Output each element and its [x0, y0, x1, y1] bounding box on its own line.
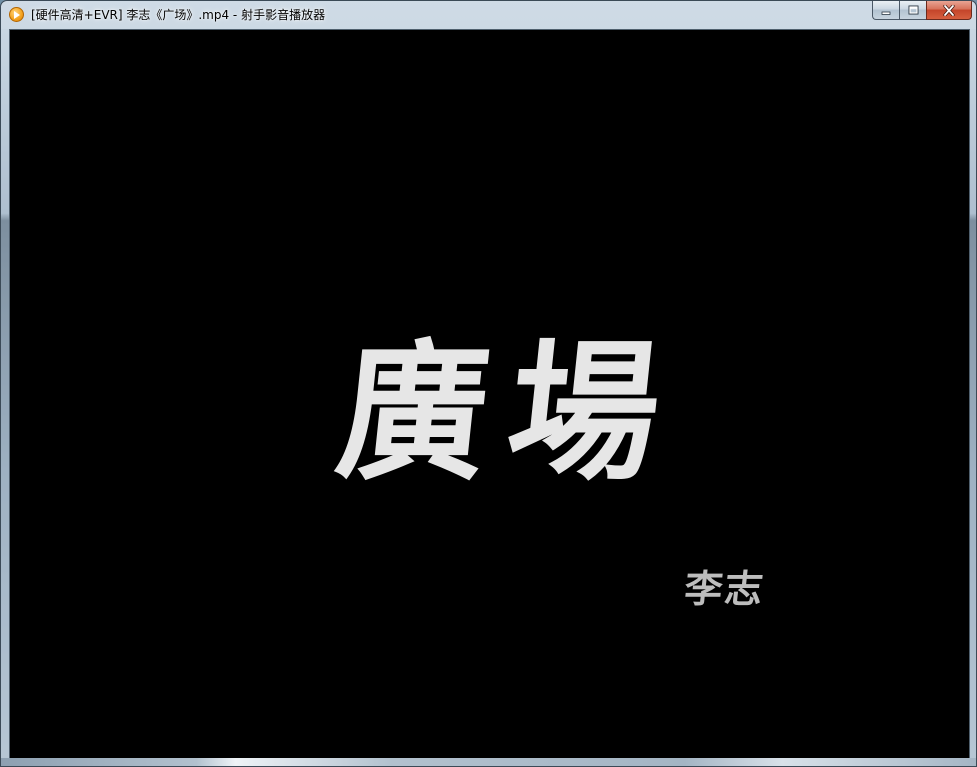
- close-icon: [943, 4, 955, 16]
- caption-buttons: [872, 1, 972, 20]
- minimize-icon: [881, 11, 891, 15]
- window-frame-bottom[interactable]: [1, 758, 976, 766]
- maximize-icon: [908, 5, 918, 15]
- video-display[interactable]: 廣場 李志: [9, 29, 970, 760]
- maximize-button[interactable]: [899, 1, 926, 20]
- player-window: [硬件高清+EVR] 李志《广场》.mp4 - 射手影音播放器 廣場 李志: [0, 0, 977, 767]
- play-icon[interactable]: [9, 7, 24, 22]
- window-title: [硬件高清+EVR] 李志《广场》.mp4 - 射手影音播放器: [31, 8, 326, 22]
- video-frame-artist: 李志: [682, 566, 768, 611]
- window-frame-left[interactable]: [1, 29, 9, 766]
- close-button[interactable]: [926, 1, 972, 20]
- video-frame-title: 廣場: [329, 325, 688, 501]
- title-bar[interactable]: [硬件高清+EVR] 李志《广场》.mp4 - 射手影音播放器: [1, 1, 976, 29]
- minimize-button[interactable]: [872, 1, 899, 20]
